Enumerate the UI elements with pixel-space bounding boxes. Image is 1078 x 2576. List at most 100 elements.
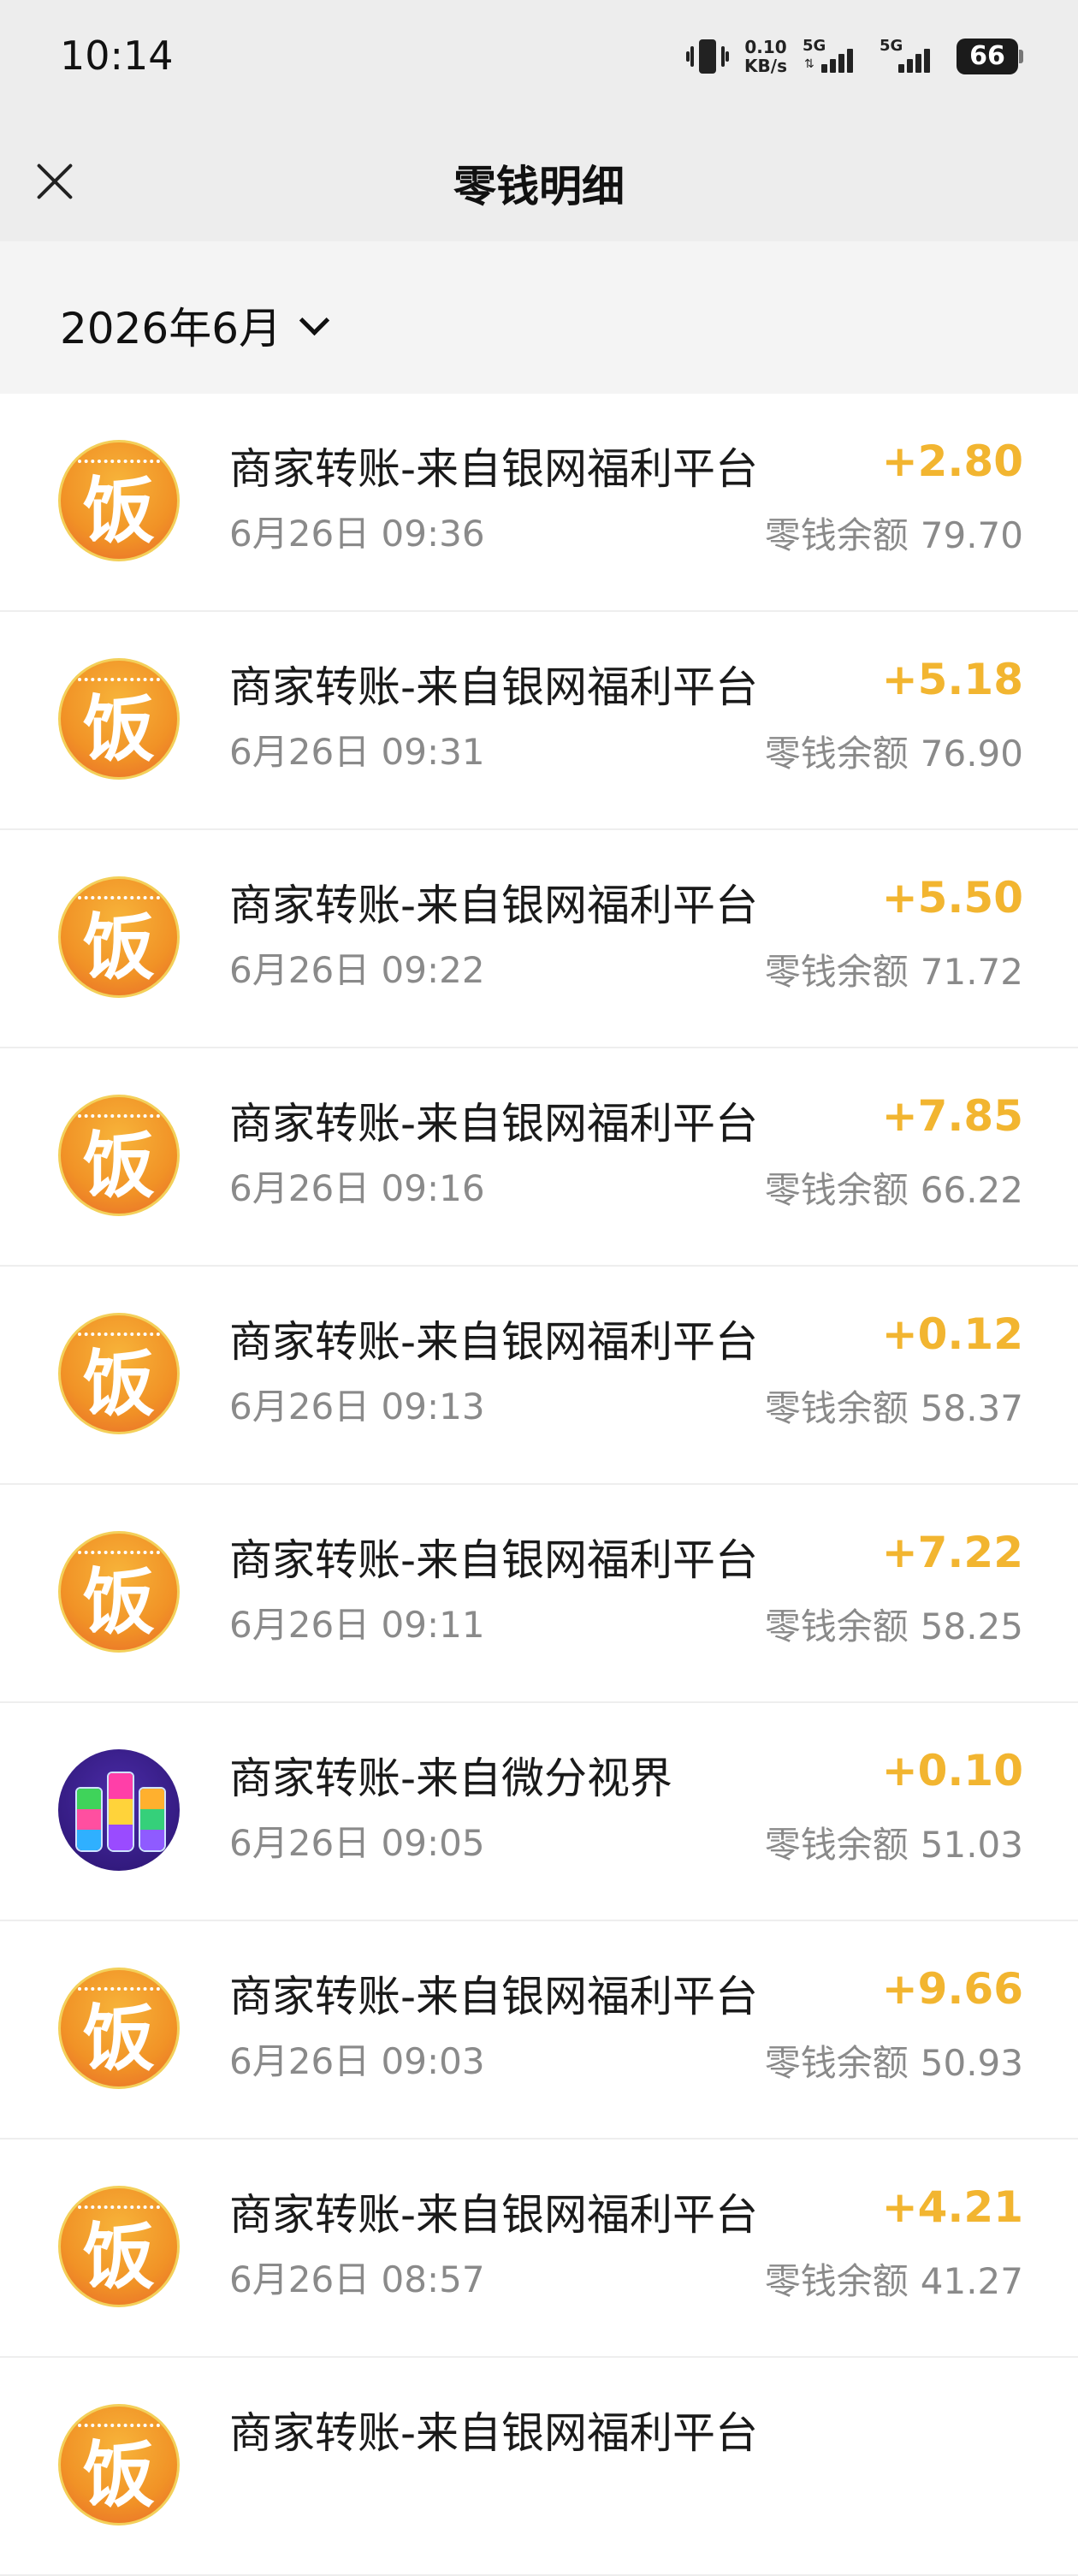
balance-label: 零钱余额 xyxy=(764,2260,909,2302)
avatar-glyph: 饭 xyxy=(82,1340,155,1426)
battery-level: 66 xyxy=(969,41,1005,71)
merchant-avatar-fan: 饭 xyxy=(58,658,180,780)
chevron-down-icon xyxy=(299,305,330,335)
transaction-amount: +5.18 xyxy=(881,655,1023,704)
transaction-title: 商家转账-来自银网福利平台 xyxy=(229,662,759,712)
transaction-row[interactable]: 饭 商家转账-来自银网福利平台 6月26日 09:13 +0.12 零钱余额 58.37 xyxy=(0,1267,1078,1485)
transaction-amount: +4.21 xyxy=(881,2182,1023,2232)
transaction-title: 商家转账-来自银网福利平台 xyxy=(229,1535,759,1585)
transaction-amount: +5.50 xyxy=(881,873,1023,923)
vibrate-icon xyxy=(686,38,730,75)
avatar-glyph: 饭 xyxy=(82,1558,155,1644)
transaction-row[interactable]: 饭 商家转账-来自银网福利平台 6月26日 09:11 +7.22 零钱余额 58.25 xyxy=(0,1485,1078,1703)
balance-label: 零钱余额 xyxy=(764,2042,909,2084)
merchant-avatar-fan: 饭 xyxy=(58,1968,180,2089)
network-speed: 0.10 KB/s xyxy=(744,38,787,75)
transaction-row[interactable]: 饭 商家转账-来自银网福利平台 6月26日 09:36 +2.80 零钱余额 79.70 xyxy=(0,394,1078,612)
status-icons: 0.10 KB/s 5G ⇅ 5G 66 xyxy=(686,31,1023,82)
balance-label: 零钱余额 xyxy=(764,1824,909,1866)
avatar-glyph: 饭 xyxy=(82,2431,155,2517)
merchant-avatar-fan: 饭 xyxy=(58,2186,180,2307)
transaction-title: 商家转账-来自银网福利平台 xyxy=(229,881,759,930)
merchant-avatar-fan: 饭 xyxy=(58,2404,180,2526)
month-label: 2026年6月 xyxy=(60,304,282,353)
transaction-title: 商家转账-来自银网福利平台 xyxy=(229,1317,759,1367)
transaction-amount: +7.22 xyxy=(881,1528,1023,1577)
balance-value: 76.90 xyxy=(920,733,1023,775)
balance-after: 零钱余额 41.27 xyxy=(765,2253,1023,2305)
transaction-time: 6月26日 09:31 xyxy=(229,731,485,773)
merchant-avatar-bottles xyxy=(58,1749,180,1871)
month-filter-bar: 2026年6月 xyxy=(0,241,1078,394)
month-selector[interactable]: 2026年6月 xyxy=(60,294,330,356)
balance-after: 零钱余额 79.70 xyxy=(765,507,1023,559)
transaction-amount: +9.66 xyxy=(881,1964,1023,2014)
transaction-row[interactable]: 饭 商家转账-来自银网福利平台 6月26日 09:16 +7.85 零钱余额 66.22 xyxy=(0,1048,1078,1267)
status-bar: 10:14 0.10 KB/s 5G ⇅ 5G 66 xyxy=(0,0,1078,120)
balance-value: 71.72 xyxy=(920,951,1023,993)
balance-label: 零钱余额 xyxy=(764,1606,909,1647)
merchant-avatar-fan: 饭 xyxy=(58,876,180,998)
transaction-row[interactable]: 饭 商家转账-来自银网福利平台 6月26日 08:57 +4.21 零钱余额 41.27 xyxy=(0,2140,1078,2358)
signal-icon-sim1: 5G ⇅ xyxy=(803,37,864,76)
avatar-glyph: 饭 xyxy=(82,2213,155,2299)
transaction-row[interactable]: 商家转账-来自微分视界 6月26日 09:05 +0.10 零钱余额 51.03 xyxy=(0,1703,1078,1921)
balance-label: 零钱余额 xyxy=(764,951,909,993)
transaction-title: 商家转账-来自银网福利平台 xyxy=(229,2190,759,2240)
balance-value: 51.03 xyxy=(920,1824,1023,1866)
transaction-row[interactable]: 饭 商家转账-来自银网福利平台 xyxy=(0,2358,1078,2576)
balance-after: 零钱余额 58.37 xyxy=(765,1380,1023,1432)
sim1-label: 5G xyxy=(803,37,826,55)
balance-label: 零钱余额 xyxy=(764,1387,909,1429)
avatar-glyph: 饭 xyxy=(82,1995,155,2080)
transaction-time: 6月26日 09:16 xyxy=(229,1167,485,1209)
transaction-row[interactable]: 饭 商家转账-来自银网福利平台 6月26日 09:03 +9.66 零钱余额 50.93 xyxy=(0,1921,1078,2140)
merchant-avatar-fan: 饭 xyxy=(58,1095,180,1216)
battery-icon: 66 xyxy=(957,39,1023,74)
balance-after: 零钱余额 66.22 xyxy=(765,1161,1023,1214)
avatar-glyph: 饭 xyxy=(82,904,155,989)
balance-after: 零钱余额 50.93 xyxy=(765,2034,1023,2086)
balance-label: 零钱余额 xyxy=(764,733,909,775)
balance-label: 零钱余额 xyxy=(764,1169,909,1211)
status-time: 10:14 xyxy=(60,33,174,79)
avatar-glyph: 饭 xyxy=(82,467,155,553)
transaction-time: 6月26日 09:13 xyxy=(229,1386,485,1427)
balance-after: 零钱余额 76.90 xyxy=(765,725,1023,777)
balance-after: 零钱余额 51.03 xyxy=(765,1816,1023,1868)
transaction-time: 6月26日 08:57 xyxy=(229,2258,485,2300)
merchant-avatar-fan: 饭 xyxy=(58,1313,180,1434)
transaction-row[interactable]: 饭 商家转账-来自银网福利平台 6月26日 09:22 +5.50 零钱余额 71.72 xyxy=(0,830,1078,1048)
merchant-avatar-fan: 饭 xyxy=(58,1531,180,1653)
transaction-time: 6月26日 09:03 xyxy=(229,2040,485,2082)
transaction-time: 6月26日 09:11 xyxy=(229,1604,485,1646)
balance-value: 41.27 xyxy=(920,2260,1023,2302)
network-speed-value: 0.10 xyxy=(744,37,787,57)
balance-value: 58.25 xyxy=(920,1606,1023,1647)
transaction-amount: +0.10 xyxy=(881,1746,1023,1795)
transaction-time: 6月26日 09:22 xyxy=(229,949,485,991)
signal-icon-sim2: 5G xyxy=(880,37,941,76)
transaction-time: 6月26日 09:05 xyxy=(229,1822,485,1864)
transaction-amount: +7.85 xyxy=(881,1091,1023,1141)
transaction-title: 商家转账-来自银网福利平台 xyxy=(229,444,759,494)
transaction-time: 6月26日 09:36 xyxy=(229,513,485,555)
balance-after: 零钱余额 71.72 xyxy=(765,943,1023,995)
merchant-avatar-fan: 饭 xyxy=(58,440,180,561)
transaction-list: 饭商家转账-来自银网福利平台 6月26日 09:36 +2.80 零钱余额 79.70 饭… xyxy=(0,394,1078,2576)
page-title: 零钱明细 xyxy=(453,162,625,211)
balance-after: 零钱余额 58.25 xyxy=(765,1598,1023,1650)
transaction-title: 商家转账-来自银网福利平台 xyxy=(229,2408,759,2458)
balance-value: 79.70 xyxy=(920,514,1023,556)
network-speed-unit: KB/s xyxy=(744,56,787,76)
balance-value: 50.93 xyxy=(920,2042,1023,2084)
transaction-title: 商家转账-来自银网福利平台 xyxy=(229,1972,759,2021)
avatar-glyph: 饭 xyxy=(82,686,155,771)
transaction-amount: +0.12 xyxy=(881,1309,1023,1359)
page-header: 零钱明细 xyxy=(0,120,1078,241)
sim2-label: 5G xyxy=(880,37,903,55)
transaction-row[interactable]: 饭 商家转账-来自银网福利平台 6月26日 09:31 +5.18 零钱余额 76.90 xyxy=(0,612,1078,830)
transaction-amount: +2.80 xyxy=(881,436,1023,486)
balance-value: 66.22 xyxy=(920,1169,1023,1211)
avatar-glyph: 饭 xyxy=(82,1122,155,1208)
